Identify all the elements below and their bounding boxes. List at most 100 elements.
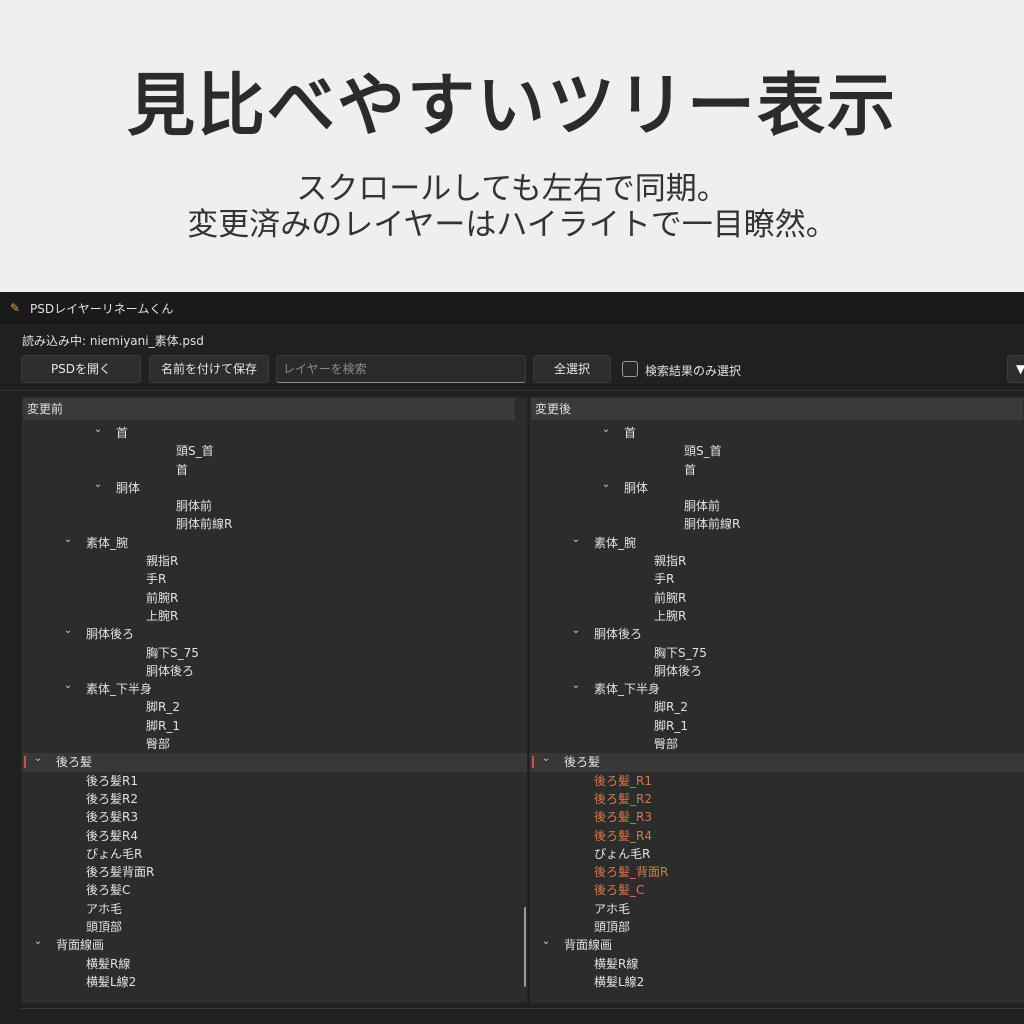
- tree-layer-row[interactable]: アホ毛: [22, 900, 527, 918]
- tree-layer-row[interactable]: 上腕R: [22, 607, 527, 625]
- tree-layer-row[interactable]: 臀部: [22, 735, 527, 753]
- tree-group-row[interactable]: ⌄ 首: [530, 424, 1024, 442]
- tree-layer-row[interactable]: 頭頂部: [530, 918, 1024, 936]
- tree-layer-row[interactable]: 後ろ髪背面R: [22, 863, 527, 881]
- tree-layer-row[interactable]: 臀部: [530, 735, 1024, 753]
- chevron-down-icon[interactable]: ⌄: [62, 622, 74, 640]
- chevron-down-icon[interactable]: ⌄: [32, 933, 44, 951]
- tree-layer-row[interactable]: 胴体後ろ: [530, 662, 1024, 680]
- tree-layer-row[interactable]: 手R: [530, 570, 1024, 588]
- layer-label: 首: [684, 462, 697, 477]
- chevron-down-icon[interactable]: ⌄: [540, 933, 552, 951]
- layer-label: 後ろ髪R3: [86, 810, 138, 825]
- tree-layer-row[interactable]: 胸下S_75: [22, 644, 527, 662]
- chevron-down-icon[interactable]: ⌄: [62, 677, 74, 695]
- layer-label: 胴体後ろ: [594, 627, 643, 642]
- tree-group-row[interactable]: ⌄ 後ろ髪: [22, 750, 527, 772]
- tree-layer-row[interactable]: 脚R_2: [530, 698, 1024, 716]
- search-only-label: 検索結果のみ選択: [645, 364, 742, 378]
- layer-label: アホ毛: [86, 901, 123, 916]
- tree-group-row[interactable]: ⌄ 素体_下半身: [530, 680, 1024, 698]
- tree-group-row[interactable]: ⌄ 首: [22, 424, 527, 442]
- layer-label: 後ろ髪_背面R: [594, 865, 669, 880]
- chevron-down-icon[interactable]: ⌄: [540, 750, 552, 768]
- chevron-down-icon[interactable]: ⌄: [92, 476, 104, 494]
- chevron-down-icon[interactable]: ⌄: [570, 531, 582, 549]
- tree-layer-row[interactable]: 後ろ髪_C: [530, 881, 1024, 899]
- layer-label: 親指R: [654, 554, 687, 569]
- tree-layer-row[interactable]: 頭頂部: [22, 918, 527, 936]
- tree-layer-row[interactable]: 横髪L線2: [22, 973, 527, 991]
- tree-group-row[interactable]: ⌄ 胴体後ろ: [22, 625, 527, 643]
- tree-layer-row[interactable]: 親指R: [530, 552, 1024, 570]
- tree-layer-row[interactable]: 横髪R線: [530, 955, 1024, 973]
- before-tree-scrollbar[interactable]: [524, 907, 526, 987]
- layer-label: 背面線画: [564, 938, 613, 953]
- tree-layer-row[interactable]: ぴょん毛R: [530, 845, 1024, 863]
- layer-label: 頭頂部: [86, 920, 123, 935]
- tree-layer-row[interactable]: 頭S_首: [22, 442, 527, 460]
- tree-group-row[interactable]: ⌄ 胴体: [530, 479, 1024, 497]
- tree-group-row[interactable]: ⌄ 後ろ髪: [530, 750, 1024, 772]
- tree-layer-row[interactable]: 脚R_1: [22, 717, 527, 735]
- tree-layer-row[interactable]: 上腕R: [530, 607, 1024, 625]
- tree-layer-row[interactable]: 手R: [22, 570, 527, 588]
- tree-layer-row[interactable]: アホ毛: [530, 900, 1024, 918]
- tree-layer-row[interactable]: 後ろ髪R3: [22, 808, 527, 826]
- tree-layer-row[interactable]: 胸下S_75: [530, 644, 1024, 662]
- chevron-down-icon[interactable]: ⌄: [62, 531, 74, 549]
- tree-layer-row[interactable]: 後ろ髪_R1: [530, 772, 1024, 790]
- layer-label: 横髪L線2: [86, 974, 137, 989]
- chevron-down-icon[interactable]: ⌄: [600, 421, 612, 439]
- tree-layer-row[interactable]: 横髪R線: [22, 955, 527, 973]
- layer-label: 頭S_首: [176, 444, 214, 459]
- search-only-checkbox[interactable]: [622, 361, 638, 377]
- chevron-down-icon[interactable]: ⌄: [570, 677, 582, 695]
- tree-layer-row[interactable]: 横髪L線2: [530, 973, 1024, 991]
- chevron-down-icon[interactable]: ⌄: [570, 622, 582, 640]
- tree-layer-row[interactable]: 後ろ髪_R3: [530, 808, 1024, 826]
- chevron-down-icon[interactable]: ⌄: [600, 476, 612, 494]
- layer-label: 手R: [146, 572, 167, 587]
- layer-label: 後ろ髪: [56, 755, 93, 770]
- save-as-button[interactable]: 名前を付けて保存: [149, 355, 269, 383]
- after-layer-tree: ⌄ 首頭S_首首 ⌄ 胴体 胴体前 胴体前線R ⌄ 素体_腕 親指R 手R 前腕R 上腕R ⌄ 胴体後ろ胸…: [530, 424, 1024, 991]
- tree-layer-row[interactable]: 胴体前: [530, 497, 1024, 515]
- chevron-down-icon[interactable]: ⌄: [92, 421, 104, 439]
- chevron-down-icon[interactable]: ⌄: [32, 750, 44, 768]
- selection-marker: [532, 756, 534, 769]
- layer-label: 後ろ髪_R1: [594, 773, 652, 788]
- tree-layer-row[interactable]: ぴょん毛R: [22, 845, 527, 863]
- tree-layer-row[interactable]: 胴体後ろ: [22, 662, 527, 680]
- tree-layer-row[interactable]: 胴体前線R: [530, 515, 1024, 533]
- layer-label: 胴体後ろ: [86, 627, 135, 642]
- tree-group-row[interactable]: ⌄ 背面線画: [530, 936, 1024, 954]
- tree-layer-row[interactable]: 脚R_1: [530, 717, 1024, 735]
- tree-layer-row[interactable]: 後ろ髪C: [22, 881, 527, 899]
- layer-search-input[interactable]: [276, 355, 526, 383]
- tree-layer-row[interactable]: 後ろ髪R1: [22, 772, 527, 790]
- tree-group-row[interactable]: ⌄ 胴体: [22, 479, 527, 497]
- tree-layer-row[interactable]: 胴体前線R: [22, 515, 527, 533]
- dropdown-menu-button[interactable]: ▼: [1007, 355, 1024, 383]
- open-psd-button[interactable]: PSDを開く: [21, 355, 141, 383]
- tree-layer-row[interactable]: 後ろ髪R2: [22, 790, 527, 808]
- tree-layer-row[interactable]: 後ろ髪_R2: [530, 790, 1024, 808]
- app-logo-icon: ✎: [10, 301, 21, 315]
- app-window: ✎ PSDレイヤーリネームくん 読み込み中: niemiyani_素体.psd …: [0, 292, 1024, 1024]
- select-all-button[interactable]: 全選択: [533, 355, 611, 383]
- tree-layer-row[interactable]: 前腕R: [22, 589, 527, 607]
- tree-layer-row[interactable]: 前腕R: [530, 589, 1024, 607]
- tree-layer-row[interactable]: 頭S_首: [530, 442, 1024, 460]
- tree-group-row[interactable]: ⌄ 素体_腕: [530, 534, 1024, 552]
- tree-group-row[interactable]: ⌄ 素体_腕: [22, 534, 527, 552]
- tree-group-row[interactable]: ⌄ 素体_下半身: [22, 680, 527, 698]
- tree-group-row[interactable]: ⌄ 胴体後ろ: [530, 625, 1024, 643]
- tree-layer-row[interactable]: 脚R_2: [22, 698, 527, 716]
- tree-layer-row[interactable]: 親指R: [22, 552, 527, 570]
- tree-layer-row[interactable]: 胴体前: [22, 497, 527, 515]
- tree-layer-row[interactable]: 後ろ髪_R4: [530, 827, 1024, 845]
- tree-group-row[interactable]: ⌄ 背面線画: [22, 936, 527, 954]
- tree-layer-row[interactable]: 後ろ髪_背面R: [530, 863, 1024, 881]
- tree-layer-row[interactable]: 後ろ髪R4: [22, 827, 527, 845]
